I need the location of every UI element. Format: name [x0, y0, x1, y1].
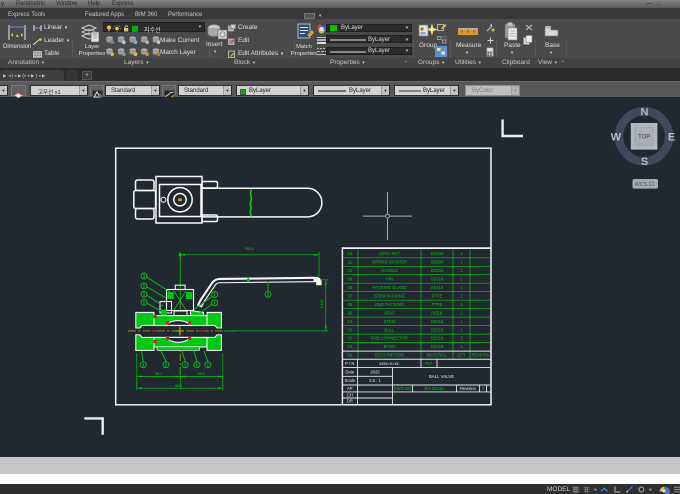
- svg-text:BALL: BALL: [384, 327, 395, 332]
- svg-text:MATERIAL: MATERIAL: [427, 353, 448, 358]
- svg-text:SEAT: SEAT: [384, 310, 395, 315]
- svg-text:355.5: 355.5: [245, 247, 254, 251]
- svg-text:DR: DR: [347, 399, 353, 404]
- svg-text:P / N: P / N: [345, 361, 354, 366]
- svg-text:0: 0: [482, 386, 485, 391]
- svg-text:Revision: Revision: [460, 386, 477, 391]
- svg-text:1: 1: [460, 268, 463, 273]
- svg-text:PEEK: PEEK: [431, 310, 442, 315]
- svg-text:2: 2: [460, 310, 463, 315]
- svg-text:01: 01: [348, 344, 353, 349]
- svg-text:03: 03: [348, 327, 353, 332]
- svg-text:LOCK NUT: LOCK NUT: [379, 251, 401, 256]
- svg-text:07: 07: [348, 293, 353, 298]
- svg-text:06: 06: [348, 302, 353, 307]
- svg-text:SS316: SS316: [431, 327, 444, 332]
- svg-text:05: 05: [348, 310, 353, 315]
- svg-text:PTFE: PTFE: [432, 302, 443, 307]
- svg-text:STEM PACKING: STEM PACKING: [374, 293, 405, 298]
- svg-text:88.9: 88.9: [175, 384, 182, 388]
- svg-text:SS316: SS316: [431, 344, 444, 349]
- svg-text:PACKING GLAND: PACKING GLAND: [372, 285, 406, 290]
- svg-text:SS304: SS304: [431, 268, 444, 273]
- svg-text:5.100: 5.100: [320, 300, 324, 309]
- svg-text:E: E: [668, 131, 675, 143]
- svg-text:1: 1: [460, 344, 463, 349]
- svg-text:DESCRIPTION: DESCRIPTION: [375, 353, 404, 358]
- svg-text:2025: 2025: [370, 370, 380, 375]
- svg-text:xxxx=x=xx: xxxx=x=xx: [379, 361, 399, 366]
- svg-text:2: 2: [460, 336, 463, 341]
- svg-text:BV–Bxxxx: BV–Bxxxx: [424, 386, 444, 391]
- svg-text:BALL VALVE: BALL VALVE: [429, 374, 454, 379]
- svg-text:SS316: SS316: [431, 276, 444, 281]
- svg-text:QTY: QTY: [457, 353, 466, 358]
- svg-text:SS316: SS316: [431, 319, 444, 324]
- svg-text:Date: Date: [345, 370, 355, 375]
- svg-text:1: 1: [460, 259, 463, 264]
- svg-text:SS304: SS304: [431, 251, 444, 256]
- svg-text:2: 2: [460, 302, 463, 307]
- svg-text:10: 10: [348, 268, 353, 273]
- svg-text:1: 1: [460, 285, 463, 290]
- svg-text:08: 08: [348, 285, 353, 290]
- svg-text:38.1: 38.1: [155, 372, 162, 376]
- svg-text:REMARK: REMARK: [472, 353, 490, 358]
- svg-text:Ref.: Ref.: [425, 361, 433, 366]
- svg-text:Scale: Scale: [345, 378, 356, 383]
- svg-text:1: 1: [460, 251, 463, 256]
- svg-text:STEM: STEM: [384, 319, 396, 324]
- svg-text:N: N: [641, 107, 649, 119]
- svg-text:SS316: SS316: [431, 336, 444, 341]
- svg-text:TOP: TOP: [638, 135, 650, 141]
- svg-text:HANDLE: HANDLE: [381, 268, 398, 273]
- svg-text:12: 12: [348, 251, 353, 256]
- svg-text:35.6: 35.6: [198, 372, 205, 376]
- svg-text:W: W: [611, 131, 622, 143]
- svg-text:►·▪)·▪►(▪·▪►)·▪►: ►·▪)·▪►(▪·▪►)·▪►: [2, 74, 46, 80]
- svg-text:SS304: SS304: [431, 259, 444, 264]
- svg-text:WCS: WCS: [635, 182, 648, 188]
- svg-text:2.5 : 1: 2.5 : 1: [369, 378, 381, 383]
- svg-text:No.: No.: [347, 353, 354, 358]
- svg-text:04: 04: [348, 319, 353, 324]
- svg-text:END CONNECTOR: END CONNECTOR: [371, 336, 408, 341]
- svg-text:SS316: SS316: [431, 285, 444, 290]
- svg-text:S: S: [641, 156, 648, 168]
- svg-text:1: 1: [460, 319, 463, 324]
- svg-text:11: 11: [348, 259, 353, 264]
- svg-text:CH: CH: [347, 392, 353, 397]
- svg-text:09: 09: [348, 276, 353, 281]
- svg-text:2: 2: [460, 293, 463, 298]
- svg-text:1: 1: [460, 276, 463, 281]
- svg-text:DWG NO: DWG NO: [394, 386, 412, 391]
- svg-text:END PACKING: END PACKING: [375, 302, 404, 307]
- svg-text:SPRING WASHER: SPRING WASHER: [372, 259, 407, 264]
- svg-text:AP: AP: [347, 386, 353, 391]
- svg-text:PTFE: PTFE: [432, 293, 443, 298]
- svg-text:BODY: BODY: [384, 344, 396, 349]
- svg-text:PIN: PIN: [386, 276, 393, 281]
- svg-text:1: 1: [460, 327, 463, 332]
- svg-text:02: 02: [348, 336, 353, 341]
